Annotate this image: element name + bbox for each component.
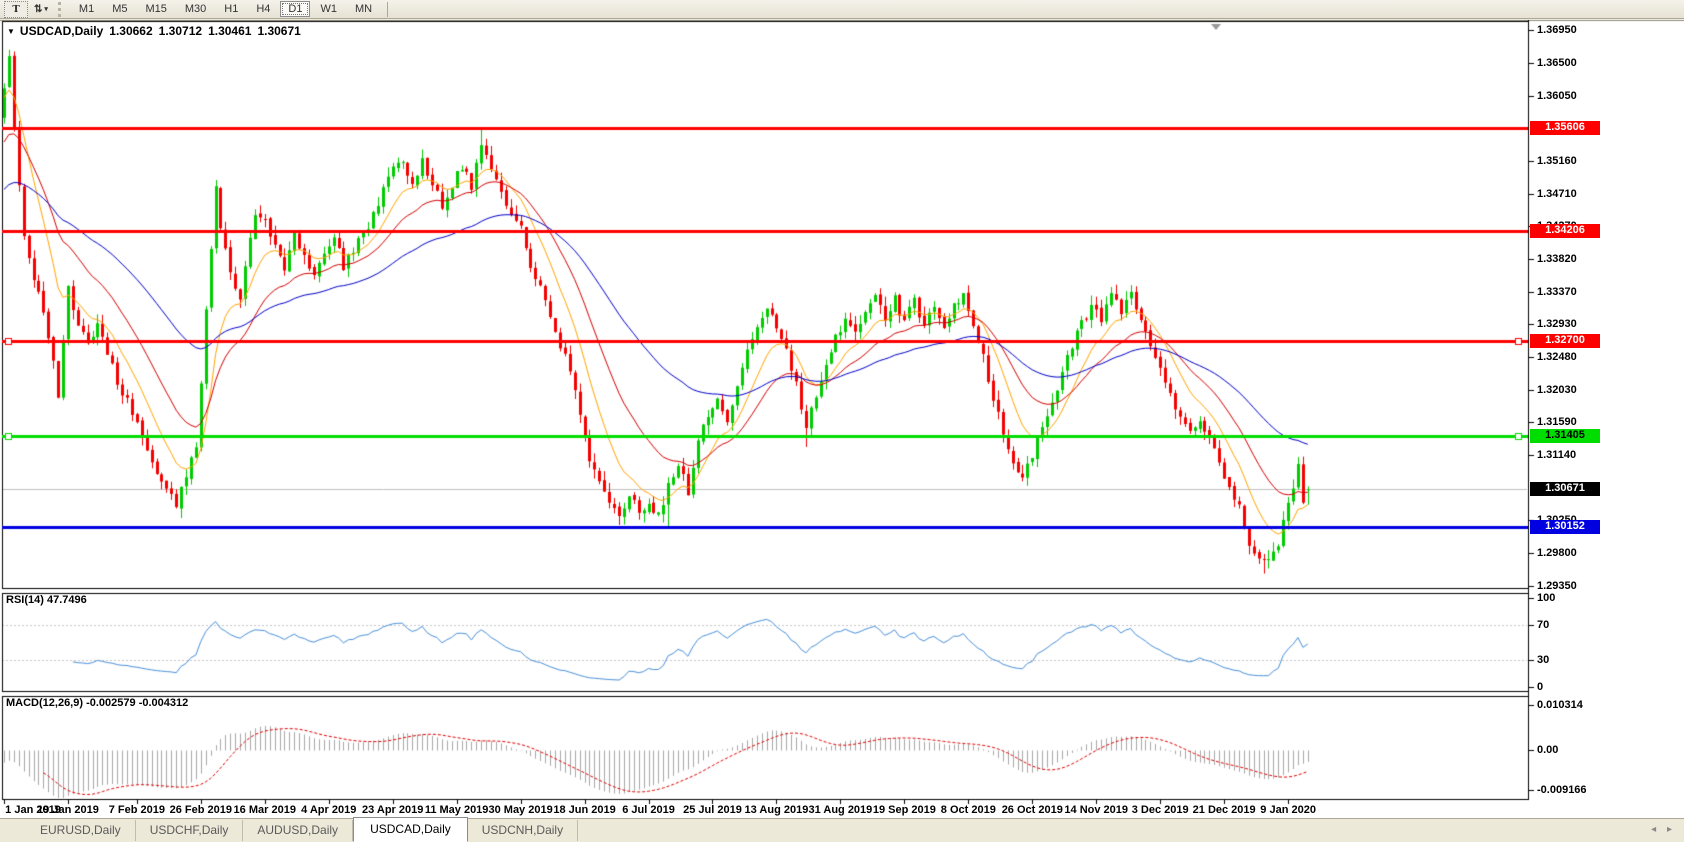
price-tick-label: 1.36950 [1537, 24, 1577, 36]
text-tool-button[interactable]: T [4, 0, 28, 18]
hline-badge: 1.34206 [1530, 223, 1600, 238]
price-tick-label: 1.31140 [1537, 449, 1577, 462]
date-tick-label: 9 Jan 2020 [1260, 804, 1316, 816]
date-tick-label: 25 Jul 2019 [683, 804, 742, 816]
hline-badge: 1.32700 [1530, 333, 1600, 348]
rsi-tick-label: 70 [1537, 618, 1550, 631]
macd-tick-label: 0.00 [1537, 744, 1559, 756]
chart-tab-bar: EURUSD,Daily USDCHF,Daily AUDUSD,Daily USDC… [0, 817, 1684, 842]
date-tick-label: 3 Dec 2019 [1131, 804, 1189, 816]
date-tick-label: 19 Sep 2019 [872, 804, 936, 816]
macd-tick-label: 0.010314 [1537, 699, 1583, 711]
hline-badge: 1.30152 [1530, 520, 1600, 535]
tab-scroll-arrows: ◂ ▸ [1643, 824, 1672, 835]
tab-scroll-right-icon[interactable]: ▸ [1667, 824, 1672, 835]
date-tick-label: 11 May 2019 [424, 804, 489, 816]
ohlc-high: 1.30712 [158, 24, 203, 38]
date-tick-label: 23 Apr 2019 [361, 804, 424, 816]
timeframe-button-M5[interactable]: M5 [104, 1, 135, 17]
date-tick-label: 16 Mar 2019 [233, 804, 296, 816]
price-tick-label: 1.31590 [1537, 416, 1577, 429]
rsi-value: 47.7496 [46, 594, 87, 606]
price-tick-label: 1.36500 [1537, 56, 1577, 69]
chart-canvas[interactable] [0, 20, 1684, 818]
macd-indicator-label: MACD(12,26,9) -0.002579 -0.004312 [6, 697, 188, 709]
date-tick-label: 8 Oct 2019 [940, 804, 996, 816]
current-price-badge: 1.30671 [1530, 482, 1600, 497]
price-tick-label: 1.35160 [1537, 154, 1577, 167]
price-tick-label: 1.34710 [1537, 187, 1577, 200]
timeframe-button-M30[interactable]: M30 [177, 1, 214, 17]
chart-tab-EURUSD[interactable]: EURUSD,Daily [26, 820, 136, 841]
timeframe-group: M1 M5 M15 M30 H1 H4 D1 W1 MN [70, 1, 381, 17]
tile-windows-icon: ⇅ [34, 3, 43, 15]
macd-tick-label: -0.009166 [1537, 783, 1587, 796]
tile-windows-button[interactable]: ⇅ ▾ [31, 2, 51, 17]
price-tick-label: 1.36050 [1537, 89, 1577, 102]
macd-signal-value: -0.004312 [138, 697, 189, 709]
ohlc-low: 1.30461 [208, 24, 252, 38]
price-tick-label: 1.32930 [1537, 318, 1577, 331]
timeframe-button-MN[interactable]: MN [347, 1, 380, 17]
chart-tab-USDCNH[interactable]: USDCNH,Daily [468, 820, 579, 841]
ohlc-close: 1.30671 [257, 24, 301, 38]
rsi-indicator-label: RSI(14) 47.7496 [6, 594, 87, 606]
symbol-label: USDCAD,Daily [19, 24, 104, 38]
timeframe-button-M15[interactable]: M15 [137, 1, 174, 17]
price-tick-label: 1.33820 [1537, 252, 1577, 265]
chart-region: ▼ USDCAD,Daily 1.30662 1.30712 1.30461 1.3067… [0, 20, 1684, 818]
hline-badge: 1.35606 [1530, 121, 1600, 136]
date-tick-label: 14 Nov 2019 [1064, 804, 1129, 816]
rsi-tick-label: 100 [1537, 592, 1556, 604]
mt4-window: T ⇅ ▾ M1 M5 M15 M30 H1 H4 D1 W1 MN ▼ USDCAD,Daily… [0, 0, 1684, 842]
price-tick-label: 1.32480 [1537, 351, 1577, 364]
timeframe-button-H1[interactable]: H1 [216, 1, 246, 17]
toolbar-grip [57, 1, 64, 17]
date-tick-label: 4 Apr 2019 [301, 804, 357, 816]
date-tick-label: 19 Jan 2019 [37, 804, 99, 816]
hline-badge: 1.31405 [1530, 428, 1600, 443]
toolbar-separator [387, 1, 389, 17]
timeframe-button-W1[interactable]: W1 [312, 1, 345, 17]
date-tick-label: 26 Feb 2019 [169, 804, 232, 816]
rsi-label: RSI(14) [6, 594, 44, 606]
chart-title: ▼ USDCAD,Daily 1.30662 1.30712 1.30461 1.3067… [7, 24, 301, 38]
date-tick-label: 31 Aug 2019 [808, 804, 873, 816]
timeframe-button-D1[interactable]: D1 [280, 1, 311, 17]
ohlc-open: 1.30662 [109, 24, 153, 38]
price-tick-label: 1.33370 [1537, 285, 1577, 298]
price-tick-label: 1.32030 [1537, 383, 1577, 396]
chart-dropdown-icon[interactable]: ▼ [7, 27, 15, 36]
chevron-down-icon: ▾ [44, 6, 48, 13]
tab-scroll-left-icon[interactable]: ◂ [1651, 824, 1656, 835]
date-tick-label: 18 Jun 2019 [553, 804, 616, 816]
date-tick-label: 7 Feb 2019 [108, 804, 165, 816]
timeframe-button-H4[interactable]: H4 [248, 1, 278, 17]
macd-main-value: -0.002579 [86, 697, 136, 709]
rsi-tick-label: 0 [1537, 681, 1544, 693]
date-tick-label: 6 Jul 2019 [622, 804, 675, 816]
date-tick-label: 21 Dec 2019 [1192, 804, 1256, 816]
date-tick-label: 26 Oct 2019 [1001, 804, 1063, 816]
chart-tab-AUDUSD[interactable]: AUDUSD,Daily [243, 820, 354, 841]
macd-label: MACD(12,26,9) [6, 697, 84, 709]
date-tick-label: 13 Aug 2019 [744, 804, 809, 816]
timeframe-button-M1[interactable]: M1 [71, 1, 102, 17]
chart-tab-USDCAD[interactable]: USDCAD,Daily [353, 817, 468, 842]
toolbar: T ⇅ ▾ M1 M5 M15 M30 H1 H4 D1 W1 MN [0, 0, 1684, 19]
chart-tab-USDCHF[interactable]: USDCHF,Daily [136, 820, 244, 841]
rsi-tick-label: 30 [1537, 654, 1550, 667]
date-tick-label: 30 May 2019 [488, 804, 553, 816]
price-tick-label: 1.29800 [1537, 547, 1577, 560]
